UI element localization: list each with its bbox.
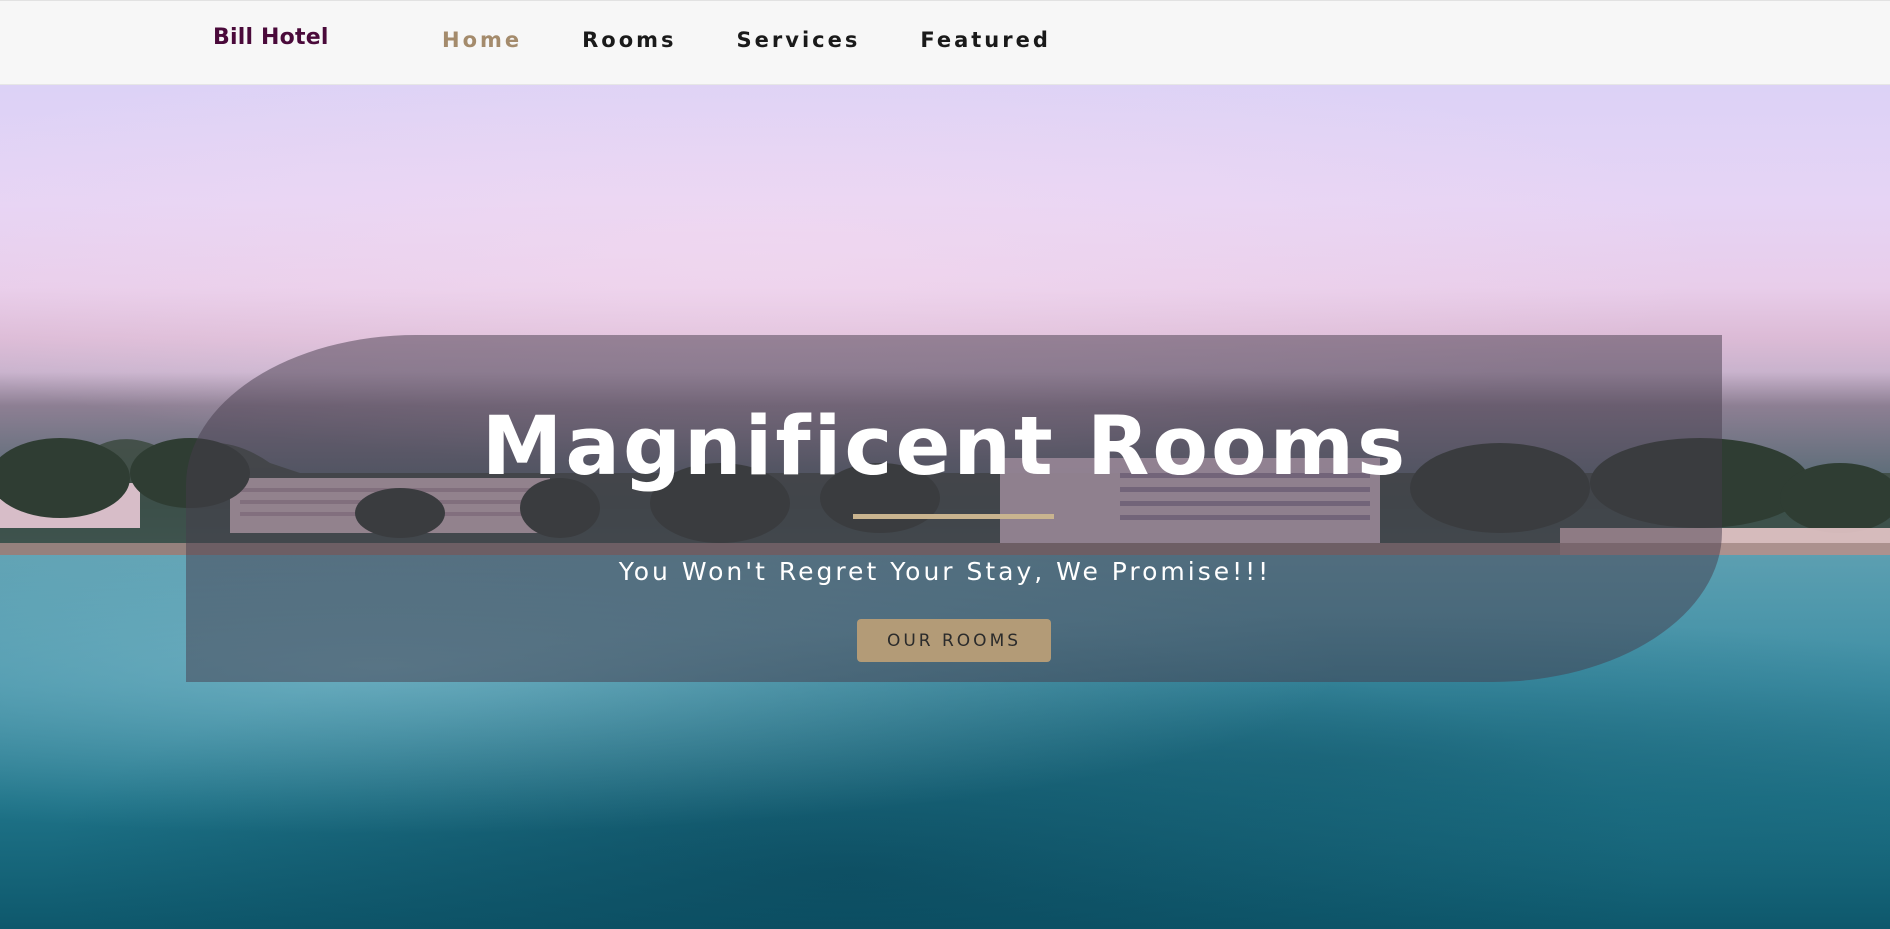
brand-logo-link[interactable]: Bill Hotel	[213, 25, 329, 50]
top-navbar: Bill Hotel Home Rooms Services Featured	[0, 0, 1890, 85]
title-divider	[853, 514, 1054, 519]
nav-link-rooms[interactable]: Rooms	[582, 28, 676, 52]
hero-section: Magnificent Rooms You Won't Regret Your …	[0, 85, 1890, 929]
nav-link-home[interactable]: Home	[442, 28, 522, 52]
page: Bill Hotel Home Rooms Services Featured	[0, 0, 1890, 929]
nav-link-featured[interactable]: Featured	[920, 28, 1051, 52]
hero-title: Magnificent Rooms	[481, 400, 1409, 494]
main-nav: Home Rooms Services Featured	[442, 28, 1111, 52]
our-rooms-button[interactable]: OUR ROOMS	[857, 619, 1051, 662]
nav-link-services[interactable]: Services	[737, 28, 861, 52]
hero-subtitle: You Won't Regret Your Stay, We Promise!!…	[618, 557, 1272, 586]
